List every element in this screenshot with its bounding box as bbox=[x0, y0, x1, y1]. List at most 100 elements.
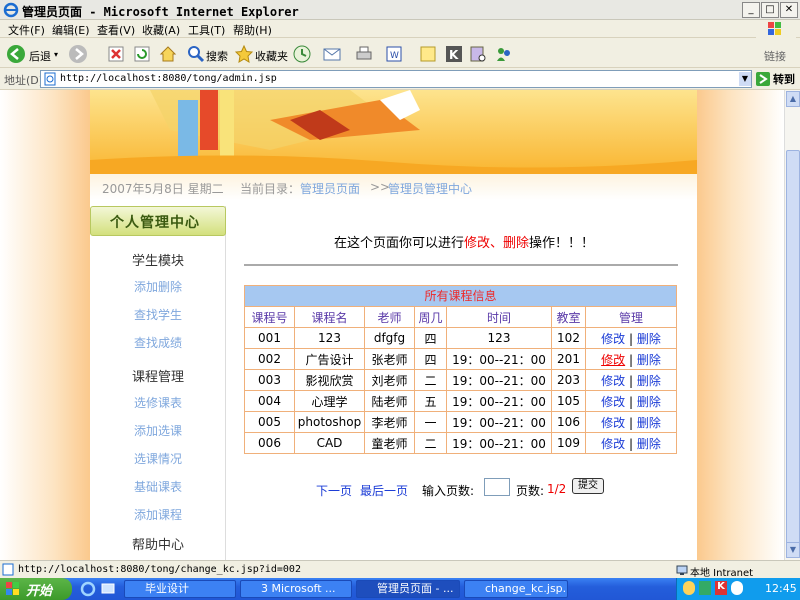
edit-word-icon[interactable]: W bbox=[384, 44, 404, 64]
cell-id: 006 bbox=[244, 432, 295, 454]
breadcrumb-prefix: 当前目录： bbox=[240, 182, 301, 196]
maximize-button[interactable]: □ bbox=[761, 2, 779, 18]
task-folder[interactable]: 毕业设计 bbox=[124, 580, 236, 598]
task-word[interactable]: 3 Microsoft ... bbox=[240, 580, 352, 598]
edit-link[interactable]: 修改 bbox=[601, 437, 625, 451]
address-dropdown-icon[interactable]: ▼ bbox=[739, 72, 751, 86]
go-arrow-icon[interactable] bbox=[756, 72, 770, 86]
cell-manage: 修改 | 删除 bbox=[585, 432, 677, 454]
current-date: 2007年5月8日 星期二 bbox=[102, 182, 224, 196]
page-number-input[interactable] bbox=[484, 478, 510, 496]
links-label[interactable]: 链接 bbox=[764, 48, 786, 64]
cell-weekday: 二 bbox=[414, 369, 447, 391]
sidebar-title: 个人管理中心 bbox=[110, 215, 200, 231]
last-page-link[interactable]: 最后一页 bbox=[360, 482, 408, 499]
delete-link[interactable]: 删除 bbox=[637, 332, 661, 346]
menu-edit[interactable]: 编辑(E) bbox=[52, 22, 90, 38]
cell-id: 004 bbox=[244, 390, 295, 412]
minimize-button[interactable]: _ bbox=[742, 2, 760, 18]
menu-tools[interactable]: 工具(T) bbox=[188, 22, 225, 38]
note-icon[interactable] bbox=[418, 44, 438, 64]
history-icon[interactable] bbox=[292, 44, 312, 64]
cell-room: 203 bbox=[551, 369, 586, 391]
sidebar-link-elective-status[interactable]: 选课情况 bbox=[134, 450, 182, 467]
page-bg-right bbox=[697, 90, 784, 560]
sidebar-link-add-delete[interactable]: 添加删除 bbox=[134, 278, 182, 295]
cell-manage: 修改 | 删除 bbox=[585, 411, 677, 433]
search-button-label[interactable]: 搜索 bbox=[206, 48, 228, 64]
sidebar-link-basic-table[interactable]: 基础课表 bbox=[134, 478, 182, 495]
back-button-label[interactable]: 后退 bbox=[29, 48, 51, 64]
stop-icon[interactable] bbox=[106, 44, 126, 64]
cell-time: 19：00--21：00 bbox=[446, 369, 552, 391]
sidebar-link-find-grades[interactable]: 查找成绩 bbox=[134, 334, 182, 351]
sidebar-link-add-course[interactable]: 添加课程 bbox=[134, 506, 182, 523]
tray-volume-icon[interactable] bbox=[731, 581, 743, 595]
header-banner bbox=[90, 90, 697, 174]
delete-link[interactable]: 删除 bbox=[637, 395, 661, 409]
search-icon[interactable] bbox=[186, 44, 206, 64]
menu-view[interactable]: 查看(V) bbox=[97, 22, 135, 38]
ie-quicklaunch-icon[interactable] bbox=[80, 581, 96, 597]
status-bar: http://localhost:8080/tong/change_kc.jsp… bbox=[0, 560, 800, 579]
menu-help[interactable]: 帮助(H) bbox=[233, 22, 272, 38]
task-jsp[interactable]: change_kc.jsp... bbox=[464, 580, 568, 598]
tray-app-icon[interactable] bbox=[683, 581, 695, 595]
k-icon[interactable]: K bbox=[444, 44, 464, 64]
pages-value: 1/2 bbox=[547, 482, 567, 496]
edit-link[interactable]: 修改 bbox=[601, 395, 625, 409]
cell-weekday: 四 bbox=[414, 348, 447, 370]
favorites-button-label[interactable]: 收藏夹 bbox=[255, 48, 288, 64]
menu-file[interactable]: 文件(F) bbox=[8, 22, 45, 38]
sidebar-link-add-elective[interactable]: 添加选课 bbox=[134, 422, 182, 439]
delete-link[interactable]: 删除 bbox=[637, 437, 661, 451]
cell-name: photoshop bbox=[294, 411, 365, 433]
menu-favorites[interactable]: 收藏(A) bbox=[142, 22, 180, 38]
edit-link[interactable]: 修改 bbox=[601, 353, 625, 367]
task-ie-admin[interactable]: 管理员页面 - ... bbox=[356, 580, 460, 598]
delete-link[interactable]: 删除 bbox=[637, 416, 661, 430]
desktop-quicklaunch-icon[interactable] bbox=[100, 581, 116, 597]
col-course-name: 课程名 bbox=[294, 306, 365, 328]
refresh-icon[interactable] bbox=[132, 44, 152, 64]
cell-name: 心理学 bbox=[294, 390, 365, 412]
edit-link[interactable]: 修改 bbox=[601, 374, 625, 388]
sidebar-link-find-student[interactable]: 查找学生 bbox=[134, 306, 182, 323]
back-dropdown-icon[interactable]: ▾ bbox=[54, 50, 58, 59]
back-arrow-icon[interactable] bbox=[6, 44, 26, 64]
breadcrumb-admin-page[interactable]: 管理员页面 bbox=[300, 180, 360, 197]
messenger-icon[interactable] bbox=[494, 44, 514, 64]
sidebar-link-elective-table[interactable]: 选修课表 bbox=[134, 394, 182, 411]
tray-k-icon[interactable]: K bbox=[715, 581, 727, 595]
col-time: 时间 bbox=[446, 306, 552, 328]
research-icon[interactable] bbox=[468, 44, 488, 64]
clock[interactable]: 12:45 bbox=[765, 582, 797, 595]
cell-weekday: 五 bbox=[414, 390, 447, 412]
favorites-star-icon[interactable] bbox=[234, 44, 254, 64]
cell-teacher: 李老师 bbox=[364, 411, 415, 433]
start-button[interactable]: 开始 bbox=[0, 578, 72, 600]
mail-icon[interactable] bbox=[322, 44, 342, 64]
submit-button[interactable]: 提交 bbox=[572, 478, 604, 494]
tray-network-icon[interactable] bbox=[699, 581, 711, 595]
delete-link[interactable]: 删除 bbox=[637, 353, 661, 367]
vertical-scrollbar[interactable]: ▲ ▼ bbox=[784, 90, 800, 560]
title-bar: 管理员页面 - Microsoft Internet Explorer _ □ … bbox=[0, 0, 800, 20]
scroll-down-icon[interactable]: ▼ bbox=[786, 542, 800, 558]
go-button[interactable]: 转到 bbox=[773, 71, 795, 87]
breadcrumb-admin-center[interactable]: 管理员管理中心 bbox=[388, 180, 472, 197]
edit-link[interactable]: 修改 bbox=[601, 416, 625, 430]
home-icon[interactable] bbox=[158, 44, 178, 64]
scroll-up-icon[interactable]: ▲ bbox=[786, 91, 800, 107]
table-row: 003 影视欣赏 刘老师 二 19：00--21：00 203 修改 | 删除 bbox=[244, 369, 677, 391]
close-button[interactable]: ✕ bbox=[780, 2, 798, 18]
forward-arrow-icon[interactable] bbox=[68, 44, 88, 64]
delete-link[interactable]: 删除 bbox=[637, 374, 661, 388]
address-url: http://localhost:8080/tong/admin.jsp bbox=[60, 73, 277, 84]
print-icon[interactable] bbox=[354, 44, 374, 64]
col-room: 教室 bbox=[551, 306, 586, 328]
edit-link[interactable]: 修改 bbox=[601, 332, 625, 346]
scroll-thumb[interactable] bbox=[786, 150, 800, 550]
cell-manage: 修改 | 删除 bbox=[585, 327, 677, 349]
next-page-link[interactable]: 下一页 bbox=[316, 482, 352, 499]
